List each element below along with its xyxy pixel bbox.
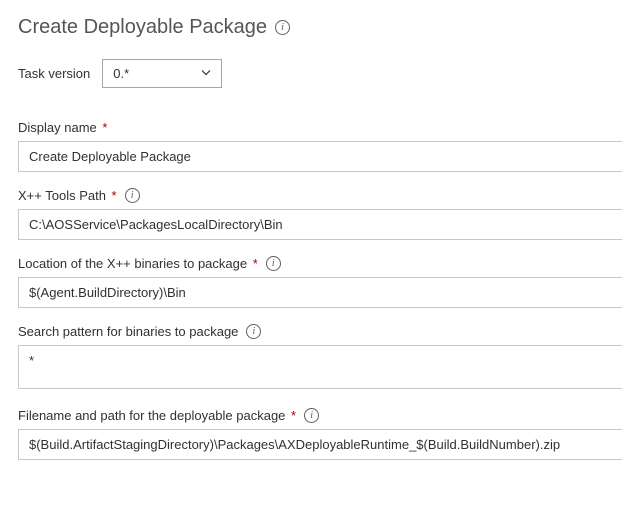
field-label-row: Display name * [18, 120, 622, 135]
task-version-value: 0.* [102, 59, 222, 88]
info-icon[interactable]: i [266, 256, 281, 271]
field-label-row: X++ Tools Path * i [18, 188, 622, 203]
field-label-row: Search pattern for binaries to package i [18, 324, 622, 339]
display-name-label: Display name * [18, 120, 107, 135]
info-icon[interactable]: i [125, 188, 140, 203]
field-label-row: Location of the X++ binaries to package … [18, 256, 622, 271]
task-version-row: Task version 0.* [18, 59, 622, 88]
field-xpp-tools-path: X++ Tools Path * i [18, 188, 622, 240]
field-label-row: Filename and path for the deployable pac… [18, 408, 622, 423]
task-version-label: Task version [18, 66, 90, 81]
field-search-pattern: Search pattern for binaries to package i [18, 324, 622, 392]
search-pattern-label: Search pattern for binaries to package [18, 324, 238, 339]
info-icon[interactable]: i [304, 408, 319, 423]
field-display-name: Display name * [18, 120, 622, 172]
field-package-filename: Filename and path for the deployable pac… [18, 408, 622, 460]
field-xpp-binaries-location: Location of the X++ binaries to package … [18, 256, 622, 308]
required-marker: * [249, 256, 258, 271]
package-filename-input[interactable] [18, 429, 622, 460]
header-row: Create Deployable Package i [18, 16, 622, 39]
task-version-select[interactable]: 0.* [102, 59, 222, 88]
info-icon[interactable]: i [246, 324, 261, 339]
page-title: Create Deployable Package [18, 16, 267, 39]
required-marker: * [99, 120, 108, 135]
required-marker: * [287, 408, 296, 423]
package-filename-label: Filename and path for the deployable pac… [18, 408, 296, 423]
search-pattern-input[interactable] [18, 345, 622, 389]
display-name-input[interactable] [18, 141, 622, 172]
required-marker: * [108, 188, 117, 203]
xpp-binaries-location-input[interactable] [18, 277, 622, 308]
info-icon[interactable]: i [275, 20, 290, 35]
xpp-tools-path-label: X++ Tools Path * [18, 188, 117, 203]
xpp-binaries-location-label: Location of the X++ binaries to package … [18, 256, 258, 271]
xpp-tools-path-input[interactable] [18, 209, 622, 240]
